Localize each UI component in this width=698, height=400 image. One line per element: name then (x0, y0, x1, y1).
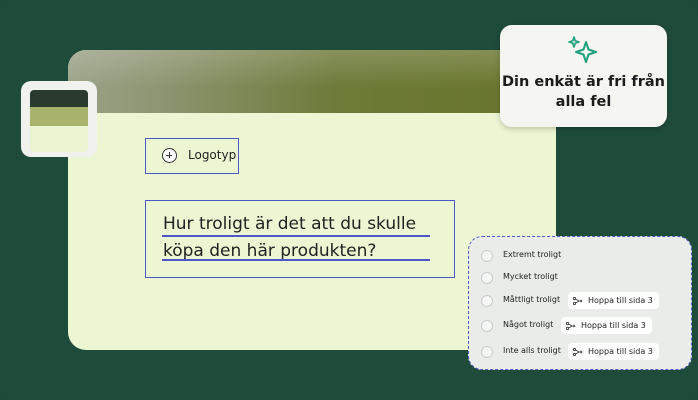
radio-button[interactable] (481, 250, 493, 262)
plus-circle-icon (162, 148, 177, 163)
branch-icon (573, 296, 583, 305)
option-label: Inte alls troligt (503, 346, 561, 355)
answer-option[interactable]: Extremt troligt (469, 247, 693, 267)
option-label: Mycket troligt (503, 272, 558, 281)
skip-logic-tag[interactable]: Hoppa till sida 3 (561, 317, 652, 334)
answer-option[interactable]: Mycket troligt (469, 269, 693, 289)
swatch-color-olive (30, 107, 88, 126)
option-label: Måttligt troligt (503, 295, 561, 304)
answer-options-panel: Extremt troligt Mycket troligt Måttligt … (468, 236, 692, 370)
notification-card: Din enkät är fri från alla fel (500, 25, 667, 127)
notification-message: Din enkät är fri från alla fel (502, 74, 665, 110)
skip-label: Hoppa till sida 3 (588, 296, 653, 305)
radio-button[interactable] (481, 295, 493, 307)
radio-button[interactable] (481, 346, 493, 358)
skip-logic-tag[interactable]: Hoppa till sida 3 (568, 343, 659, 360)
theme-swatch[interactable] (30, 90, 88, 152)
answer-option[interactable]: Inte alls troligt Hoppa till sida 3 (469, 343, 693, 363)
app-frame: Logotyp Hur troligt är det att du skulle… (0, 0, 698, 400)
swatch-color-dark (30, 90, 88, 107)
branch-icon (566, 321, 576, 330)
radio-button[interactable] (481, 272, 493, 284)
survey-header-banner (68, 50, 556, 113)
branch-icon (573, 347, 583, 356)
question-field[interactable]: Hur troligt är det att du skulle köpa de… (145, 200, 455, 278)
skip-logic-tag[interactable]: Hoppa till sida 3 (568, 292, 659, 309)
skip-label: Hoppa till sida 3 (581, 321, 646, 330)
radio-button[interactable] (481, 320, 493, 332)
question-text: Hur troligt är det att du skulle köpa de… (163, 214, 417, 261)
swatch-color-light (30, 126, 88, 152)
logo-label: Logotyp (188, 148, 237, 162)
question-underline (162, 235, 430, 237)
sparkle-icon (568, 36, 597, 63)
logo-placeholder[interactable]: Logotyp (145, 138, 239, 174)
option-label: Extremt troligt (503, 250, 562, 259)
option-label: Något troligt (503, 320, 554, 329)
answer-option[interactable]: Måttligt troligt Hoppa till sida 3 (469, 292, 693, 312)
answer-option[interactable]: Något troligt Hoppa till sida 3 (469, 317, 693, 337)
skip-label: Hoppa till sida 3 (588, 347, 653, 356)
question-underline (162, 259, 430, 261)
